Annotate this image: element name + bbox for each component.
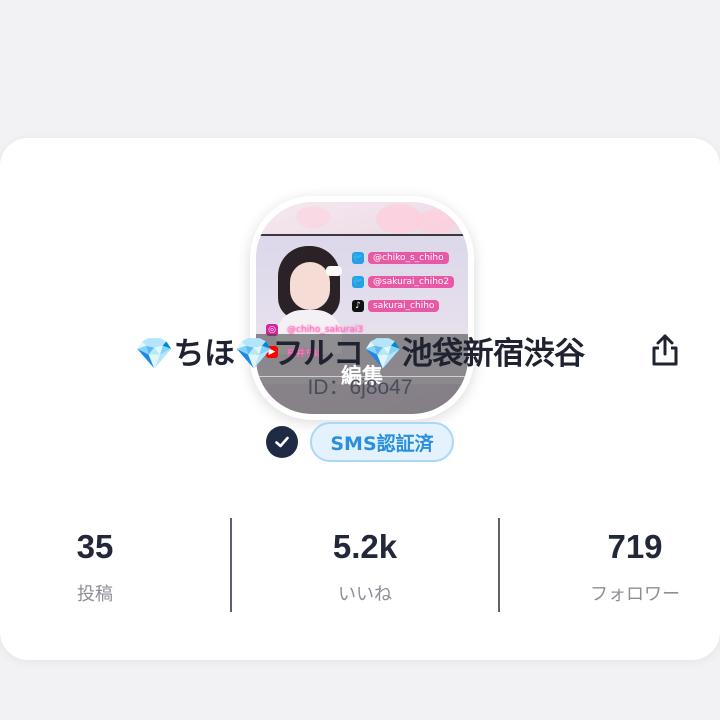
sns-row-twitter: 🐦 @chiko_s_chiho <box>352 250 449 266</box>
tiktok-icon: ♪ <box>352 300 364 312</box>
hair-ribbon <box>326 266 342 276</box>
sns-handle: @chiko_s_chiho <box>368 252 449 264</box>
verification-row: SMS認証済 <box>0 422 720 462</box>
stat-followers[interactable]: 719 フォロワー <box>540 526 720 606</box>
profile-card: 🐦 @chiko_s_chiho 🐦 @sakurai_chiho2 ♪ sak… <box>0 138 720 660</box>
share-icon[interactable] <box>648 332 682 368</box>
sns-handle: @sakurai_chiho2 <box>368 276 455 288</box>
sakura-blossom <box>416 210 456 234</box>
user-id: ID：6j8o47 <box>307 376 413 399</box>
posts-label: 投稿 <box>77 584 113 605</box>
stat-divider <box>230 518 232 612</box>
likes-count: 5.2k <box>332 528 398 565</box>
likes-label: いいね <box>338 584 392 605</box>
posts-count: 35 <box>76 528 114 565</box>
sms-verified-badge: SMS認証済 <box>310 422 454 462</box>
verified-check-icon <box>266 426 299 458</box>
sns-handle: sakurai_chiho <box>368 300 440 312</box>
sns-row-twitter: 🐦 @sakurai_chiho2 <box>352 274 455 290</box>
name-row: 💎ちほ💎フルコ💎池袋新宿渋谷 <box>0 328 720 372</box>
followers-label: フォロワー <box>590 584 680 605</box>
followers-count: 719 <box>607 528 663 565</box>
twitter-icon: 🐦 <box>352 252 364 264</box>
stat-divider <box>498 518 500 612</box>
twitter-icon: 🐦 <box>352 276 364 288</box>
sakura-blossom <box>376 204 422 234</box>
person-face <box>290 262 330 310</box>
sakura-blossom <box>296 206 330 228</box>
stat-posts[interactable]: 35 投稿 <box>0 526 190 606</box>
sns-row-tiktok: ♪ sakurai_chiho <box>352 298 440 314</box>
stat-likes[interactable]: 5.2k いいね <box>270 526 460 606</box>
display-name: 💎ちほ💎フルコ💎池袋新宿渋谷 <box>135 335 585 372</box>
